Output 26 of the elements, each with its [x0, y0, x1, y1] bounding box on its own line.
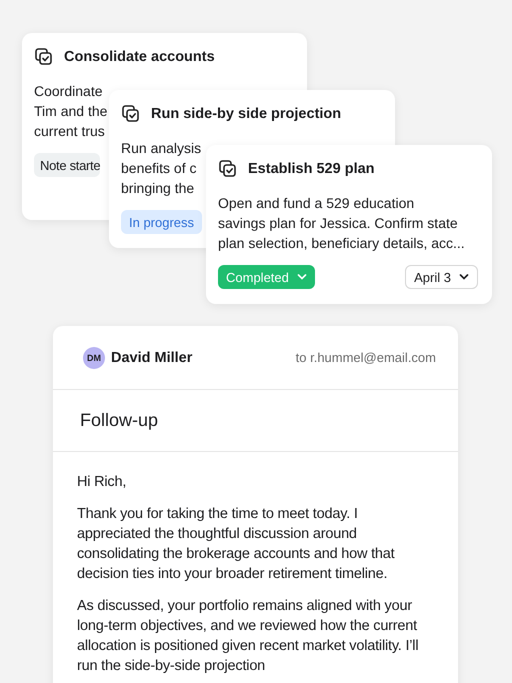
task-description-line: plan selection, beneficiary details, acc...: [218, 234, 465, 253]
email-subject: Follow-up: [53, 390, 458, 452]
task-description-line: Coordinate: [34, 82, 102, 101]
email-paragraph: Hi Rich,: [77, 473, 128, 492]
email-paragraph: As discussed, your portfolio remains aligned with your long-term objectives, and we reviewed how the current allocation is positioned given recent market volatility. I’ll run the side-by-side projection: [77, 597, 420, 676]
task-icon: [121, 104, 141, 124]
task-description-line: savings plan for Jessica. Confirm state: [218, 214, 458, 233]
email-paragraph: Thank you for taking the time to meet today. I appreciated the thoughtful discussion around consolidating the brokerage accounts and how that decision ties into your broader retirement timeline.: [77, 505, 396, 584]
task-icon: [34, 47, 54, 67]
task-title: Run side-by side projection: [151, 106, 342, 122]
recipient-address: to r.hummel@email.com: [296, 350, 436, 365]
status-dropdown[interactable]: Note starte: [34, 153, 100, 177]
task-description-line: Tim and the: [34, 102, 108, 121]
task-title: Establish 529 plan: [248, 161, 375, 177]
task-icon: [218, 159, 238, 179]
task-title: Consolidate accounts: [64, 49, 215, 65]
task-description-line: Run analysis: [121, 139, 202, 158]
task-description-line: Open and fund a 529 education: [218, 194, 414, 213]
chevron-down-icon: [459, 274, 469, 280]
task-description-line: bringing the: [121, 179, 194, 198]
status-dropdown[interactable]: In progress: [121, 210, 202, 234]
task-description-line: benefits of c: [121, 159, 196, 178]
due-date-dropdown[interactable]: April 3: [405, 265, 478, 289]
task-description-line: current trus: [34, 122, 105, 141]
sender-name: David Miller: [111, 350, 192, 366]
avatar: DM: [83, 346, 105, 368]
